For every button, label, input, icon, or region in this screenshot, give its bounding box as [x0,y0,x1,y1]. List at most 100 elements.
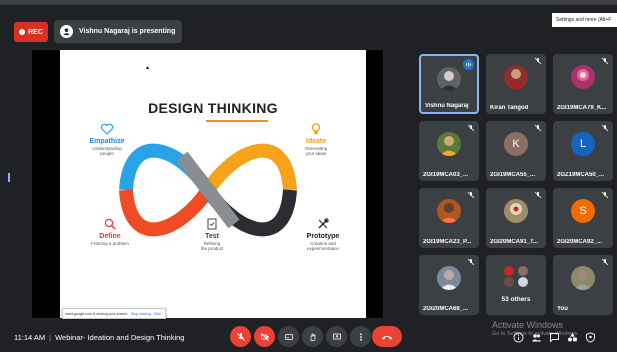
camera-toggle-button[interactable] [254,326,275,347]
group-avatars-icon [504,266,528,287]
captions-icon [284,333,293,340]
participant-tile[interactable]: S 2GI20MCA92_... [553,188,613,248]
stage-ideate-name: Ideate [305,138,327,145]
mic-off-icon [467,124,475,132]
person-photo-icon [440,71,458,91]
share-notice-text: meet.google.com is sharing your screen. [65,311,129,316]
presenting-indicator[interactable]: Vishnu Nagaraj is presenting [54,20,182,43]
stage-define-desc: Framing a problem [91,241,129,246]
participant-name: Kiran Tangod [490,105,529,111]
meeting-name: Webinar- Ideation and Design Thinking [55,333,185,342]
chat-icon[interactable] [549,332,560,343]
stage-ideate-desc: Generating your ideas [304,146,328,156]
camera-off-icon [260,332,269,341]
clipboard-icon [207,218,217,230]
present-screen-icon [332,333,341,339]
participant-tile[interactable]: L 2GZ19MCA50_... [553,121,613,181]
others-count: 53 others [501,296,531,303]
people-icon[interactable] [531,332,542,343]
stage-prototype-name: Prototype [306,233,340,240]
watermark-title: Activate Windows [492,320,564,330]
participant-tile[interactable]: 2GI20MCA68_... [419,255,479,315]
person-photo-icon [440,270,458,290]
hang-up-icon [382,335,392,339]
mic-off-icon [236,332,245,341]
participant-tile[interactable]: Kiran Tangod [486,54,546,114]
person-photo-icon [440,136,458,156]
stage-test: Test Refining the product [184,217,240,251]
activities-icon[interactable] [567,332,578,343]
hide-notice-button[interactable]: Hide [154,312,161,316]
avatar [571,266,595,290]
heart-icon [100,123,114,135]
leave-call-button[interactable] [372,326,402,347]
tools-icon [318,218,329,229]
participant-name: 2GZ19MCA50_... [557,172,605,178]
raise-hand-button[interactable] [302,326,323,347]
mic-off-icon [534,124,542,132]
captions-button[interactable] [278,326,299,347]
host-controls-icon[interactable] [585,332,596,343]
speaking-indicator-icon [463,59,474,70]
meeting-details: 11:14 AM | Webinar- Ideation and Design Th… [14,333,184,342]
stage-ideate: Ideate Generating your ideas [286,122,346,156]
more-vert-icon [359,332,362,341]
avatar [437,67,461,91]
person-photo-icon [507,69,525,89]
meeting-details-icon[interactable] [513,332,524,343]
presentation-slide: ▴ DESIGN THINKING Empathize Understandin… [60,50,366,318]
recording-label: REC [28,28,43,36]
avatar [437,199,461,223]
person-photo-icon [440,203,458,223]
loop-segment-orange [202,143,297,195]
avatar [504,199,528,223]
participant-tile[interactable]: 2GI19MCA23_P... [419,188,479,248]
more-options-button[interactable] [350,326,371,347]
participant-name: 2GI20MCA91_T... [490,239,539,245]
infinity-loop-graphic [119,143,297,237]
participant-tile[interactable]: 2GI20MCA91_T... [486,188,546,248]
presenting-text: Vishnu Nagaraj is presenting [79,28,176,35]
participants-overflow-tile[interactable]: 53 others [486,255,546,315]
stage-define-name: Define [99,233,121,240]
mic-off-icon [534,57,542,65]
stage-test-desc: Refining the product [200,241,224,251]
stage-test-name: Test [205,233,219,240]
participant-name: 2GI19MCA79_K... [557,105,607,111]
person-photo-icon [577,69,589,81]
stop-sharing-button[interactable]: Stop sharing [131,312,151,316]
mic-toggle-button[interactable] [230,326,251,347]
avatar [571,65,595,89]
avatar [504,65,528,89]
participant-tile[interactable]: Vishnu Nagaraj [419,54,479,114]
presenter-avatar-icon [60,25,73,38]
lightbulb-icon [311,123,321,135]
mic-off-icon [601,191,609,199]
side-panel-handle[interactable] [8,173,10,182]
participant-name: 2GI20MCA68_... [423,306,469,312]
self-tile[interactable]: You [553,255,613,315]
mic-off-icon [467,191,475,199]
mic-off-icon [601,124,609,132]
participant-name: 2GI19MCA03_... [423,172,469,178]
avatar [437,132,461,156]
mic-off-icon [467,258,475,266]
avatar: S [571,199,595,223]
person-photo-icon [574,270,592,290]
stage-empathize-desc: Understanding people [92,146,122,156]
participant-tile[interactable]: 2GI19MCA79_K... [553,54,613,114]
participant-tile[interactable]: K 2GI19MCA55_... [486,121,546,181]
present-screen-button[interactable] [326,326,347,347]
participant-name: You [557,306,568,312]
stage-define: Define Framing a problem [82,217,138,246]
participant-tile[interactable]: 2GI19MCA03_... [419,121,479,181]
meeting-time: 11:14 AM [14,333,46,342]
stage-prototype: Prototype Creation and experimentation [292,217,354,251]
mic-off-icon [601,258,609,266]
record-dot-icon [19,29,26,35]
mic-off-icon [534,191,542,199]
avatar: K [504,132,528,156]
separator: | [49,333,52,342]
browser-strip [0,0,617,5]
mic-off-icon [601,57,609,65]
